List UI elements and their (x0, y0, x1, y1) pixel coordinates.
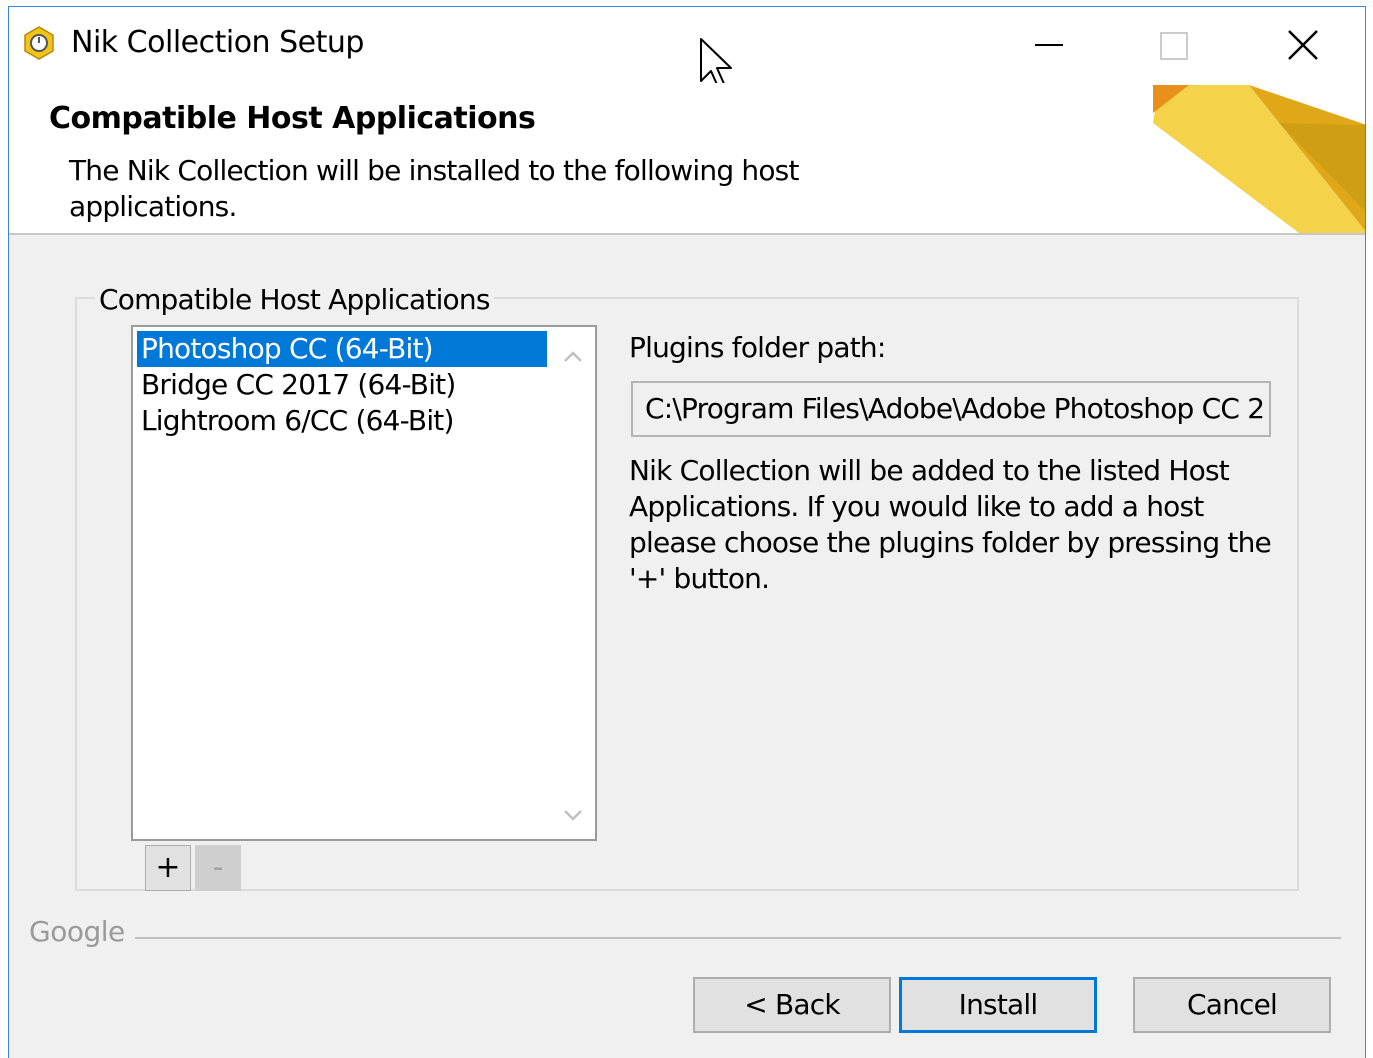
page-description: The Nik Collection will be installed to … (69, 154, 799, 223)
title-bar[interactable]: Nik Collection Setup (9, 7, 1365, 90)
group-legend: Compatible Host Applications (95, 283, 494, 316)
footer-divider (29, 937, 1341, 939)
wizard-header: Compatible Host Applications The Nik Col… (9, 83, 1365, 235)
remove-host-button[interactable]: - (195, 845, 241, 891)
minimize-icon (1035, 44, 1063, 46)
install-button[interactable]: Install (899, 977, 1097, 1033)
setup-window: Nik Collection Setup Compatible Host App… (8, 6, 1366, 1058)
chevron-down-icon[interactable] (559, 801, 587, 829)
host-list-item[interactable]: Photoshop CC (64-Bit) (137, 331, 547, 367)
cancel-button[interactable]: Cancel (1133, 977, 1331, 1033)
host-list-item[interactable]: Bridge CC 2017 (64-Bit) (137, 367, 547, 403)
close-icon (1288, 30, 1318, 60)
chevron-up-icon[interactable] (559, 343, 587, 371)
nik-collection-icon (21, 25, 57, 61)
maximize-button[interactable] (1145, 21, 1205, 71)
brand-label: Google (29, 915, 135, 948)
maximize-icon (1160, 32, 1188, 60)
host-list-items: Photoshop CC (64-Bit) Bridge CC 2017 (64-… (137, 331, 547, 439)
plugins-folder-path-field[interactable]: C:\Program Files\Adobe\Adobe Photoshop C… (631, 381, 1271, 437)
back-button[interactable]: < Back (693, 977, 891, 1033)
plugins-folder-label: Plugins folder path: (629, 331, 886, 364)
page-title: Compatible Host Applications (49, 101, 536, 136)
add-host-button[interactable]: + (145, 845, 191, 891)
nik-banner-graphic (1149, 83, 1365, 233)
host-applications-list[interactable]: Photoshop CC (64-Bit) Bridge CC 2017 (64-… (131, 325, 597, 841)
host-list-item[interactable]: Lightroom 6/CC (64-Bit) (137, 403, 547, 439)
list-scrollbar[interactable] (551, 327, 595, 839)
close-button[interactable] (1273, 21, 1333, 71)
minimize-button[interactable] (1019, 21, 1079, 71)
info-text: Nik Collection will be added to the list… (629, 454, 1272, 595)
window-title: Nik Collection Setup (71, 25, 364, 60)
